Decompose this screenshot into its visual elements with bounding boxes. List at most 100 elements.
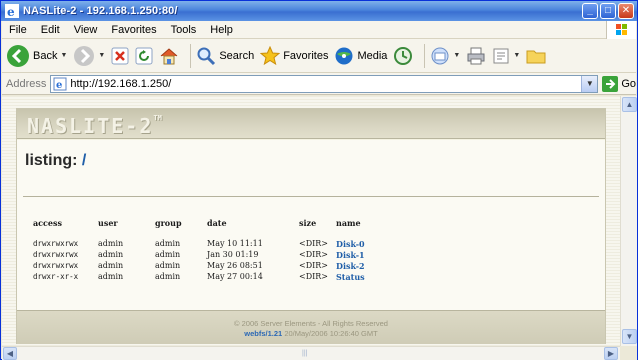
media-icon	[335, 47, 353, 64]
chevron-down-icon[interactable]: ▼	[60, 52, 67, 59]
menu-favorites[interactable]: Favorites	[104, 24, 163, 36]
cell-access: drwxrwxrwx	[33, 239, 79, 248]
menu-help[interactable]: Help	[203, 24, 240, 36]
edit-button[interactable]: ▼	[492, 47, 520, 65]
horizontal-scrollbar[interactable]: ◀ ||| ▶	[2, 346, 620, 360]
scroll-left-icon[interactable]: ◀	[3, 347, 17, 360]
toolbar-separator	[190, 43, 192, 68]
refresh-button[interactable]	[135, 47, 153, 65]
cell-user: admin	[98, 272, 124, 281]
cell-group: admin	[155, 250, 181, 259]
column-header-date: date	[207, 218, 227, 228]
menu-edit[interactable]: Edit	[34, 24, 67, 36]
menu-file[interactable]: File	[2, 24, 34, 36]
forward-button[interactable]: ▼	[73, 45, 105, 67]
listing-title: listing: /	[25, 152, 86, 170]
resize-corner[interactable]	[620, 346, 637, 360]
toolbar: Back ▼ ▼ Search Favorites Media ▼ ▼	[2, 39, 636, 73]
folder-button[interactable]	[526, 47, 546, 65]
search-icon	[197, 47, 216, 65]
menu-tools[interactable]: Tools	[164, 24, 204, 36]
footer-version: webfs/1.21	[244, 329, 283, 338]
windows-logo	[606, 21, 636, 39]
column-header-group: group	[155, 218, 182, 228]
listing-label: listing:	[25, 152, 78, 169]
chevron-down-icon[interactable]: ▼	[98, 52, 105, 59]
folder-link-disk-2[interactable]: Disk-2	[336, 261, 365, 271]
cell-user: admin	[98, 250, 124, 259]
media-button[interactable]: Media	[334, 46, 387, 66]
mail-button[interactable]: ▼	[430, 46, 460, 66]
mail-icon	[431, 47, 449, 64]
footer-copyright: © 2006 Server Elements - All Rights Rese…	[234, 319, 388, 328]
cell-date: May 10 11:11	[207, 239, 263, 248]
go-arrow-icon	[602, 75, 619, 92]
minimize-button[interactable]: _	[582, 3, 598, 19]
edit-page-icon	[493, 48, 509, 63]
panel-footer: © 2006 Server Elements - All Rights Rese…	[17, 310, 605, 344]
back-button[interactable]: Back ▼	[6, 44, 67, 68]
folder-link-disk-0[interactable]: Disk-0	[336, 239, 365, 249]
home-button[interactable]	[159, 46, 179, 66]
window-title: NASLite-2 - 192.168.1.250:80/	[23, 5, 178, 17]
go-label: Go	[621, 77, 636, 90]
cell-group: admin	[155, 261, 181, 270]
cell-group: admin	[155, 272, 181, 281]
cell-size: <DIR>	[299, 250, 329, 259]
column-header-name: name	[336, 218, 361, 228]
home-icon	[161, 47, 178, 64]
svg-text:e: e	[7, 5, 15, 18]
refresh-icon	[135, 47, 153, 64]
close-button[interactable]: ✕	[618, 3, 634, 19]
address-label: Address	[6, 77, 47, 90]
back-arrow-icon	[7, 44, 29, 67]
maximize-button[interactable]: □	[600, 3, 616, 19]
menu-bar: File Edit View Favorites Tools Help	[2, 21, 636, 39]
scroll-right-icon[interactable]: ▶	[604, 347, 618, 360]
menu-view[interactable]: View	[67, 24, 105, 36]
folder-link-disk-1[interactable]: Disk-1	[336, 250, 365, 260]
back-label: Back	[33, 49, 58, 62]
cell-size: <DIR>	[299, 239, 329, 248]
windows-flag-icon	[616, 24, 627, 35]
listing-path-link[interactable]: /	[82, 152, 86, 169]
folder-link-status[interactable]: Status	[336, 272, 365, 282]
browser-window: e NASLite-2 - 192.168.1.250:80/ _ □ ✕ Fi…	[0, 0, 638, 360]
window-controls: _ □ ✕	[582, 3, 634, 19]
folder-icon	[526, 50, 546, 63]
scroll-grip-icon[interactable]: |||	[302, 350, 307, 357]
address-dropdown-icon[interactable]: ▼	[581, 75, 598, 92]
cell-group: admin	[155, 239, 181, 248]
cell-date: Jan 30 01:19	[207, 250, 259, 259]
history-button[interactable]	[393, 46, 413, 66]
column-header-size: size	[299, 218, 317, 228]
address-value: http://192.168.1.250/	[70, 77, 172, 90]
vertical-scrollbar[interactable]: ▲ ▼	[620, 96, 637, 346]
print-button[interactable]	[466, 46, 486, 66]
svg-text:e: e	[56, 80, 62, 91]
favorites-button[interactable]: Favorites	[260, 45, 329, 66]
go-button[interactable]: Go	[602, 75, 636, 92]
media-label: Media	[357, 49, 388, 62]
naslite-logo: NASLITE-2TM	[27, 114, 162, 138]
page-background: NASLITE-2TM listing: / access user group	[2, 96, 620, 346]
chevron-down-icon[interactable]: ▼	[453, 52, 460, 59]
search-button[interactable]: Search	[196, 46, 254, 66]
cell-user: admin	[98, 239, 124, 248]
cell-access: drwxrwxrwx	[33, 261, 79, 270]
toolbar-separator	[424, 43, 426, 68]
stop-button[interactable]	[111, 47, 129, 65]
favorites-label: Favorites	[283, 49, 329, 62]
stop-icon	[111, 47, 129, 64]
ie-icon: e	[5, 4, 19, 18]
cell-size: <DIR>	[299, 261, 329, 270]
title-bar[interactable]: e NASLite-2 - 192.168.1.250:80/ _ □ ✕	[1, 1, 637, 21]
chevron-down-icon[interactable]: ▼	[513, 52, 520, 59]
footer-timestamp: 20/May/2006 10:26:40 GMT	[284, 329, 378, 338]
page-icon: e	[53, 77, 67, 91]
search-label: Search	[219, 49, 255, 62]
cell-size: <DIR>	[299, 272, 329, 281]
scroll-down-icon[interactable]: ▼	[622, 329, 637, 344]
scroll-up-icon[interactable]: ▲	[622, 97, 637, 112]
address-input[interactable]: e http://192.168.1.250/ ▼	[50, 74, 599, 93]
